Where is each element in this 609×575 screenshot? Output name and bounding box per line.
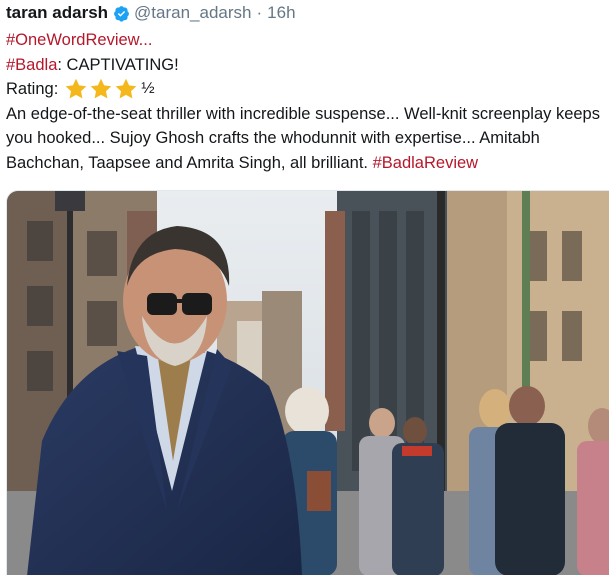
star-icon (65, 79, 87, 99)
tweet-text-captivating: : CAPTIVATING! (57, 55, 179, 74)
tweet-header: taran adarsh @taran_adarsh · 16h (6, 2, 296, 24)
verified-badge-icon (114, 5, 129, 22)
author-name[interactable]: taran adarsh (6, 3, 108, 23)
author-handle[interactable]: @taran_adarsh (134, 3, 251, 23)
star-icon (115, 79, 137, 99)
rating-stars: ½ (64, 77, 155, 102)
tweet-timestamp[interactable]: 16h (267, 3, 295, 23)
street-scene-photo (7, 191, 609, 575)
star-icon (90, 79, 112, 99)
header-separator: · (256, 3, 263, 22)
tweet-text-line-2: you hooked... Sujoy Ghosh crafts the who… (6, 129, 540, 147)
tweet-text-line-1: An edge-of-the-seat thriller with incred… (6, 104, 600, 123)
half-star-text: ½ (141, 80, 155, 97)
tweet-media-image[interactable] (6, 190, 609, 575)
hashtag-onewordreview[interactable]: #OneWordReview... (6, 31, 152, 49)
tweet-body: #OneWordReview... #Badla: CAPTIVATING! R… (6, 28, 609, 175)
rating-label: Rating: (6, 80, 59, 98)
hashtag-badla[interactable]: #Badla (6, 56, 57, 74)
hashtag-badlareview[interactable]: #BadlaReview (373, 154, 478, 172)
tweet-text-line-3: Bachchan, Taapsee and Amrita Singh, all … (6, 153, 373, 172)
